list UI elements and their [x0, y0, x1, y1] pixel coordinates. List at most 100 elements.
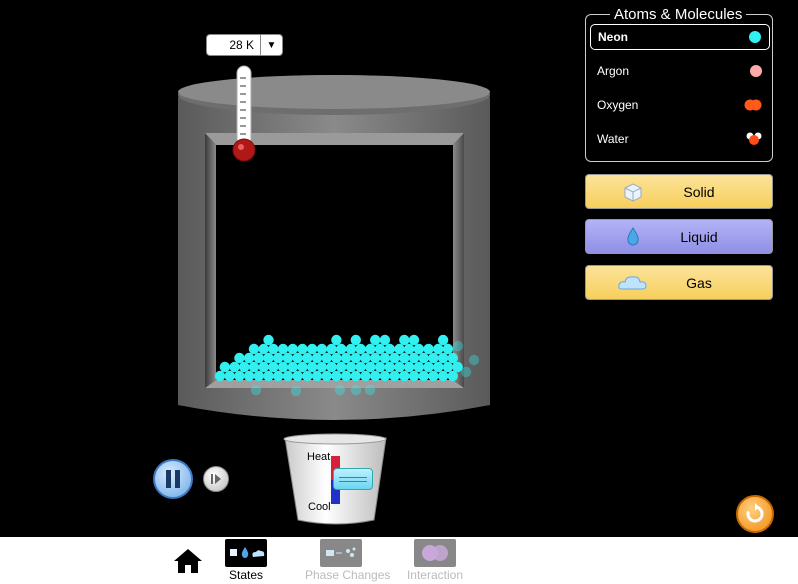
neon-atom	[229, 361, 240, 373]
neon-atom	[447, 352, 458, 364]
neon-atom	[243, 352, 255, 364]
neon-atom	[408, 352, 420, 364]
neon-atom	[345, 343, 357, 355]
neon-atom	[408, 334, 420, 346]
chevron-down-icon[interactable]: ▼	[260, 35, 282, 55]
neon-atom	[250, 384, 262, 396]
solid-button[interactable]: Solid	[585, 174, 773, 209]
simulation-screen: 28 K ▼ Atoms & Molecules Neon Argon Oxyg…	[0, 0, 798, 584]
species-label: Water	[597, 132, 629, 146]
neon-atom	[437, 370, 449, 382]
neon-atom	[345, 361, 357, 373]
tab-states[interactable]: States	[211, 539, 281, 583]
neon-atom	[408, 370, 420, 382]
heat-label: Heat	[307, 451, 331, 463]
neon-atom	[413, 361, 425, 373]
neon-atom	[350, 370, 361, 382]
neon-atom	[433, 361, 444, 373]
species-label: Oxygen	[597, 98, 639, 112]
tab-phase-changes[interactable]: Phase Changes	[305, 539, 390, 583]
neon-atom	[384, 343, 395, 355]
cloud-icon	[618, 276, 647, 290]
neon-atom	[340, 370, 352, 382]
interaction-thumbnail-icon	[414, 539, 456, 567]
tab-interaction[interactable]: Interaction	[400, 539, 470, 583]
pause-button[interactable]	[153, 459, 193, 499]
species-water[interactable]: Water	[590, 126, 770, 152]
neon-atom	[442, 343, 454, 355]
neon-atom	[418, 370, 429, 382]
neon-atom	[292, 370, 303, 382]
oxygen-molecule-icon	[744, 99, 762, 111]
neon-atom	[326, 343, 337, 355]
neon-atom	[403, 343, 415, 355]
neon-atom	[311, 370, 323, 382]
neon-atom	[248, 361, 260, 373]
tab-label: Interaction	[406, 568, 464, 582]
neon-atom	[306, 361, 318, 373]
species-argon[interactable]: Argon	[590, 58, 770, 84]
neon-atom	[413, 343, 425, 355]
neon-atom	[433, 343, 444, 355]
neon-atom	[287, 361, 298, 373]
neon-atom	[258, 343, 269, 355]
gas-button[interactable]: Gas	[585, 265, 773, 300]
neon-atom	[370, 352, 381, 364]
tab-label: States	[228, 568, 264, 582]
neon-atom	[364, 384, 376, 396]
atoms-molecules-panel: Atoms & Molecules Neon Argon Oxygen Wate…	[585, 6, 773, 162]
neon-atom	[253, 352, 264, 364]
navigation-bar: States Phase Changes Interaction	[0, 537, 798, 584]
neon-atom	[297, 343, 308, 355]
neon-atom	[389, 370, 400, 382]
neon-atom	[428, 352, 439, 364]
neon-atom	[277, 343, 289, 355]
neon-atom	[273, 352, 284, 364]
argon-atom-icon	[750, 65, 762, 77]
neon-atom	[374, 361, 386, 373]
neon-atom	[379, 352, 391, 364]
neon-atom	[258, 361, 269, 373]
neon-atom	[394, 343, 405, 355]
species-neon[interactable]: Neon	[590, 24, 770, 50]
thermometer	[232, 65, 256, 162]
phase-changes-thumbnail-icon	[320, 539, 362, 567]
neon-atom	[442, 361, 454, 373]
heat-cool-slider-knob[interactable]	[333, 468, 373, 490]
neon-atom	[316, 343, 328, 355]
water-drop-icon	[627, 227, 639, 246]
cool-label: Cool	[308, 501, 331, 513]
species-oxygen[interactable]: Oxygen	[590, 92, 770, 118]
neon-atom	[234, 352, 245, 364]
neon-atom	[460, 366, 472, 378]
neon-atom	[282, 352, 294, 364]
water-molecule-icon	[746, 132, 762, 145]
gas-label: Gas	[686, 274, 712, 291]
neon-atom	[374, 343, 386, 355]
neon-atom	[360, 370, 371, 382]
step-button[interactable]	[203, 466, 229, 492]
ice-cube-icon	[624, 183, 642, 202]
panel-title: Atoms & Molecules	[610, 6, 747, 23]
liquid-button[interactable]: Liquid	[585, 219, 773, 254]
neon-atom	[268, 343, 279, 355]
neon-atom	[214, 370, 226, 382]
neon-atom	[282, 370, 294, 382]
neon-atom	[331, 370, 342, 382]
neon-atom	[437, 334, 449, 346]
reset-button[interactable]	[736, 495, 774, 533]
neon-atom	[321, 352, 332, 364]
pause-icon	[166, 470, 180, 488]
temperature-readout[interactable]: 28 K ▼	[206, 34, 283, 56]
neon-atom	[379, 334, 391, 346]
neon-atom	[263, 352, 274, 364]
neon-atom	[468, 354, 480, 366]
neon-atom	[418, 352, 429, 364]
neon-atom	[277, 361, 289, 373]
neon-atom	[336, 343, 347, 355]
neon-atom	[360, 352, 371, 364]
neon-atom	[379, 370, 391, 382]
home-icon[interactable]	[173, 548, 203, 574]
neon-atom	[370, 334, 381, 346]
neon-atom	[316, 361, 328, 373]
